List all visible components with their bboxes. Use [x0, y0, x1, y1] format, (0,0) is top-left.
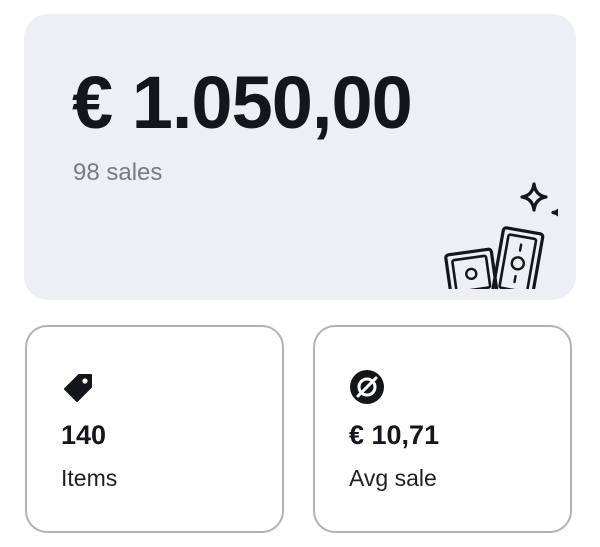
items-stat-card[interactable]: 140 Items	[25, 325, 284, 533]
avg-sale-value: € 10,71	[349, 420, 440, 450]
total-sales-card[interactable]: € 1.050,00 98 sales	[24, 14, 576, 300]
items-label: Items	[61, 465, 118, 491]
average-diameter-icon	[350, 370, 384, 404]
avg-sale-label: Avg sale	[349, 465, 437, 491]
total-amount: € 1.050,00	[72, 61, 413, 144]
price-tag-icon	[64, 374, 92, 402]
items-value: 140	[61, 420, 107, 450]
avg-sale-stat-card[interactable]: € 10,71 Avg sale	[313, 325, 572, 533]
money-bills-sparkles-icon	[444, 182, 558, 289]
sales-summary-page: € 1.050,00 98 sales 140 Items € 10,71 Av…	[0, 0, 600, 547]
sales-count: 98 sales	[73, 159, 163, 186]
